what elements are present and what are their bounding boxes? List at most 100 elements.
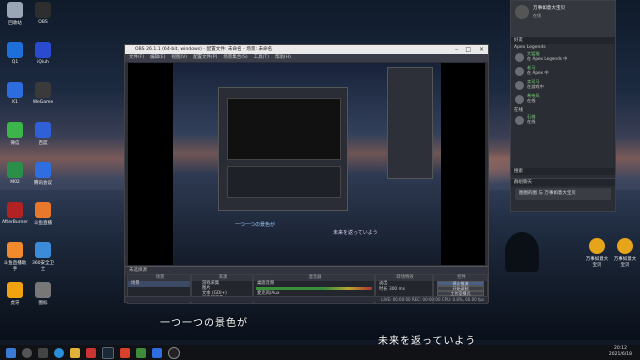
group-chat-item[interactable]: 图图的图 与 万事如意大宝贝 bbox=[515, 188, 611, 200]
desktop-icon-label: 微信 bbox=[10, 141, 20, 146]
start-icon[interactable] bbox=[6, 347, 16, 358]
no-source-label: 未选择源 bbox=[129, 268, 147, 273]
desktop-icon[interactable]: 斗鱼直播 bbox=[30, 202, 56, 226]
desktop-icon-label: 万事如意大宝贝 bbox=[613, 257, 637, 268]
maximize-icon[interactable]: □ bbox=[465, 45, 471, 54]
desktop-icon[interactable]: AfterBurner bbox=[2, 202, 28, 225]
app-icon bbox=[35, 82, 51, 98]
desktop-icon[interactable]: WeGame bbox=[30, 82, 56, 105]
friend-status: 在线 bbox=[527, 119, 536, 124]
desktop-icon[interactable]: 360安全卫士 bbox=[30, 242, 56, 272]
desktop-icon[interactable]: OBS bbox=[30, 2, 56, 25]
nested-preview bbox=[227, 98, 341, 160]
avatar bbox=[515, 116, 524, 125]
window-title: OBS 26.1.1 (64-bit, windows) - 配置文件: 未命名… bbox=[135, 47, 273, 52]
app-icon bbox=[7, 2, 23, 18]
preview-canvas[interactable]: 一つ一つの景色が 未来を返っていよう bbox=[128, 63, 485, 265]
app-icon bbox=[7, 82, 23, 98]
menu-help[interactable]: 帮助(H) bbox=[275, 54, 291, 62]
desktop-icon-label: M02 bbox=[10, 180, 20, 185]
friend-item[interactable]: 卖司马 在游戏中 bbox=[511, 79, 615, 93]
nested-obs-capture bbox=[218, 87, 348, 211]
menu-tools[interactable]: 工具(T) bbox=[254, 54, 269, 62]
app-icon bbox=[35, 122, 51, 138]
app-icon[interactable] bbox=[86, 347, 96, 358]
online-section[interactable]: 在线 bbox=[511, 107, 615, 114]
menu-scene-collection[interactable]: 场景集合(S) bbox=[223, 54, 247, 62]
avatar bbox=[515, 81, 524, 90]
desktop-icon-label: 回收站 bbox=[8, 21, 22, 26]
search-icon[interactable] bbox=[22, 347, 32, 358]
panel-header: 万事如意大宝贝 在线 bbox=[511, 1, 615, 37]
app-icon[interactable] bbox=[152, 347, 162, 358]
app-icon[interactable] bbox=[120, 347, 130, 358]
desktop-icon-label: 斗鱼直播 bbox=[34, 221, 52, 226]
desktop-icon-right-1[interactable]: 万事如意大宝贝 bbox=[584, 238, 610, 268]
desktop-icon-label: 虎牙 bbox=[10, 301, 20, 306]
desktop-icon-label: 腾讯会议 bbox=[34, 181, 52, 186]
task-view-icon[interactable] bbox=[38, 347, 48, 358]
desktop-icon-label: 360安全卫士 bbox=[31, 261, 55, 272]
taskbar: 20:12 2021/6/18 bbox=[0, 345, 640, 360]
friend-item[interactable]: 石佛 在线 bbox=[511, 114, 615, 128]
app-icon bbox=[7, 122, 23, 138]
desktop-icon[interactable]: 微信 bbox=[2, 122, 28, 146]
close-icon[interactable]: × bbox=[479, 45, 484, 54]
desktop-icon[interactable]: 斗鱼直播助手 bbox=[2, 242, 28, 272]
steam-icon[interactable] bbox=[102, 346, 114, 359]
friend-item[interactable]: 希帝风 在线 bbox=[511, 93, 615, 107]
app-icon[interactable] bbox=[136, 347, 146, 358]
panel-status: 在线 bbox=[533, 13, 541, 18]
preview-subtitle-left: 一つ一つの景色が bbox=[235, 222, 276, 228]
desktop-icon[interactable]: M02 bbox=[2, 162, 28, 185]
mixer-channel-label: 桌面音频 bbox=[257, 281, 275, 286]
desktop-icon[interactable]: 回收站 bbox=[2, 2, 28, 26]
game-section[interactable]: Apex Legends bbox=[511, 44, 615, 51]
desktop-icon[interactable]: 腾讯会议 bbox=[30, 162, 56, 186]
app-icon bbox=[35, 162, 51, 178]
friends-header[interactable]: 好友 bbox=[511, 37, 615, 44]
app-icon bbox=[7, 42, 23, 58]
friend-status: 在游戏中 bbox=[527, 84, 544, 89]
desktop-icon[interactable]: 图标 bbox=[30, 282, 56, 306]
transition-duration[interactable]: 时长 300 ms bbox=[376, 287, 432, 293]
preview-frame: 一つ一つの景色が 未来を返っていよう bbox=[173, 63, 441, 265]
desktop-icon[interactable]: 虎牙 bbox=[2, 282, 28, 306]
desktop-icon-right-2[interactable]: 万事如意大宝贝 bbox=[612, 238, 638, 268]
app-icon bbox=[35, 2, 51, 18]
menu-bar: 文件(F) 编辑(E) 视图(V) 配置文件(P) 场景集合(S) 工具(T) … bbox=[125, 54, 488, 62]
desktop-icon-label: 斗鱼直播助手 bbox=[3, 261, 27, 272]
volume-meter[interactable] bbox=[256, 287, 372, 290]
desktop-icon-label: OBS bbox=[38, 20, 48, 25]
scene-item[interactable]: 场景 bbox=[128, 281, 190, 287]
clock[interactable]: 20:12 2021/6/18 bbox=[609, 346, 632, 358]
explorer-icon[interactable] bbox=[70, 347, 80, 358]
desktop-icon[interactable]: K1 bbox=[2, 82, 28, 105]
nested-chat-panel bbox=[387, 67, 433, 179]
friend-item[interactable]: 大猛猫在 Apex Legends 中 bbox=[511, 51, 615, 65]
menu-file[interactable]: 文件(F) bbox=[129, 54, 144, 62]
obs-window: OBS 26.1.1 (64-bit, windows) - 配置文件: 未命名… bbox=[124, 44, 489, 304]
desktop-icon[interactable]: 百度 bbox=[30, 122, 56, 146]
heron-silhouette bbox=[505, 232, 539, 272]
menu-edit[interactable]: 编辑(E) bbox=[150, 54, 165, 62]
desktop-icon-label: 百度 bbox=[38, 141, 48, 146]
edge-icon[interactable] bbox=[54, 347, 64, 358]
window-titlebar[interactable]: OBS 26.1.1 (64-bit, windows) - 配置文件: 未命名… bbox=[125, 45, 488, 54]
avatar[interactable] bbox=[515, 5, 529, 19]
desktop-icon-label: AfterBurner bbox=[2, 220, 28, 225]
friend-status: 在线 bbox=[527, 98, 536, 103]
app-icon bbox=[7, 242, 23, 258]
minimize-icon[interactable]: – bbox=[455, 45, 458, 54]
app-icon bbox=[589, 238, 605, 254]
friend-status: 在 Apex Legends 中 bbox=[527, 56, 568, 61]
friend-item[interactable]: 老马在 Apex 中 bbox=[511, 65, 615, 79]
search-bar[interactable]: 搜索 bbox=[511, 168, 615, 175]
desktop-icon[interactable]: iQiuh bbox=[30, 42, 56, 65]
menu-profile[interactable]: 配置文件(P) bbox=[193, 54, 217, 62]
obs-icon[interactable] bbox=[168, 346, 180, 359]
desktop-icon[interactable]: Q1 bbox=[2, 42, 28, 65]
desktop-icon-label: iQiuh bbox=[37, 60, 49, 65]
menu-view[interactable]: 视图(V) bbox=[171, 54, 187, 62]
nested-docks bbox=[227, 166, 341, 198]
